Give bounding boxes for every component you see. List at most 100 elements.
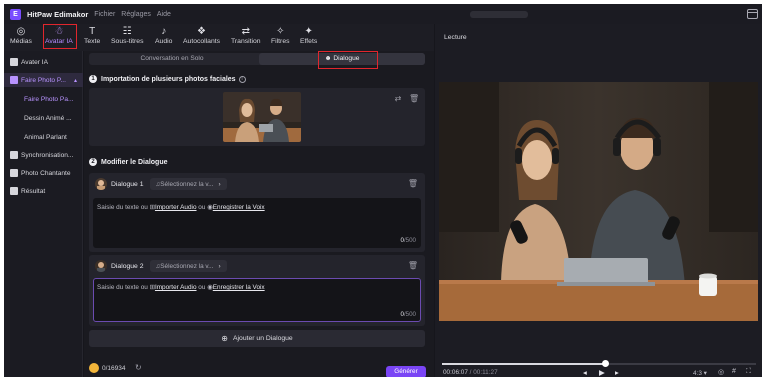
dialogue-name: Dialogue 2 xyxy=(111,262,144,270)
sidebar-subitem-animal-parlant[interactable]: Animal Parlant xyxy=(4,130,83,144)
step-number: 1 xyxy=(89,75,97,83)
transition-icon: ⇄ xyxy=(241,26,250,37)
dialogue-header: Dialogue 2 ♫ Sélectionnez la v... › xyxy=(95,259,227,273)
tool-label: Audio xyxy=(155,38,173,45)
dialogue-card-2: Dialogue 2 ♫ Sélectionnez la v... › 🗑 Sa… xyxy=(89,255,425,326)
generate-button[interactable]: Générer xyxy=(386,366,426,377)
voice-select-placeholder: Sélectionnez la v... xyxy=(160,180,214,188)
delete-dialogue-icon[interactable]: 🗑 xyxy=(408,179,418,188)
add-dialogue-label: Ajouter un Dialogue xyxy=(233,335,293,342)
tool-autocollants[interactable]: ❖ Autocollants xyxy=(183,26,220,45)
section-title: Importation de plusieurs photos faciales xyxy=(101,75,236,83)
dialogue-text-input[interactable]: Saisie du texte ou ⊞Importer Audio ou ◉E… xyxy=(93,198,421,248)
fullscreen-icon[interactable]: ⛶ xyxy=(746,368,751,376)
input-prompt: Saisie du texte ou xyxy=(97,204,148,211)
app-window: E HitPaw Edimakor Fichier Réglages Aide … xyxy=(4,4,762,377)
app-name: HitPaw Edimakor xyxy=(27,9,89,19)
tool-filtres[interactable]: ✧ Filtres xyxy=(271,26,290,45)
tool-label: Transition xyxy=(231,38,261,45)
tool-medias[interactable]: ◎ Médias xyxy=(10,26,32,45)
record-voice-link[interactable]: Enregistrer la Voix xyxy=(213,204,265,211)
import-audio-link[interactable]: Importer Audio xyxy=(155,284,197,291)
sidebar-item-label: Faire Photo P... xyxy=(21,76,66,84)
aspect-ratio-select[interactable]: 4:3 ▾ xyxy=(693,369,707,377)
input-prompt: Saisie du texte ou xyxy=(97,284,148,291)
preview-title: Lecture xyxy=(444,34,467,41)
coin-balance: 0/16934 xyxy=(102,365,126,372)
sync-icon xyxy=(10,151,18,159)
info-icon[interactable]: i xyxy=(238,75,246,83)
tool-label: Médias xyxy=(10,38,32,45)
previous-frame-icon[interactable]: ◂ xyxy=(583,368,587,377)
sidebar-item-avatar-ia[interactable]: Avater IA xyxy=(4,55,83,69)
sidebar-subitem-dessin-anime[interactable]: Dessin Animé ... xyxy=(4,111,83,125)
tool-label: Filtres xyxy=(271,38,290,45)
dialogue-text-input[interactable]: Saisie du texte ou ⊞Importer Audio ou ◉E… xyxy=(93,278,421,322)
import-audio-link[interactable]: Importer Audio xyxy=(155,204,197,211)
step-number: 2 xyxy=(89,158,97,166)
dialogue-header: Dialogue 1 ♫ Sélectionnez la v... › xyxy=(95,177,227,191)
photo-upload-card: ⇄ 🗑 xyxy=(89,88,425,146)
voice-select-placeholder: Sélectionnez la v... xyxy=(160,262,214,270)
audio-icon: ♪ xyxy=(161,26,167,37)
sidebar-item-label: Faire Photo Pa... xyxy=(24,95,74,103)
play-icon[interactable]: ▶ xyxy=(599,368,605,377)
delete-photo-icon[interactable]: 🗑 xyxy=(409,94,419,104)
tool-texte[interactable]: T Texte xyxy=(84,26,100,45)
voice-select[interactable]: ♫ Sélectionnez la v... › xyxy=(149,178,227,190)
menu-aide[interactable]: Aide xyxy=(157,11,171,18)
char-counter: 0/500 xyxy=(400,237,417,244)
snapshot-icon[interactable]: ◎ xyxy=(718,368,724,376)
voice-select[interactable]: ♫ Sélectionnez la v... › xyxy=(149,260,227,272)
replace-photo-icon[interactable]: ⇄ xyxy=(393,94,403,104)
sidebar-item-faire-photo[interactable]: Faire Photo P... ▴ xyxy=(4,73,83,87)
subtitles-icon: ☷ xyxy=(122,26,132,37)
tool-sous-titres[interactable]: ☷ Sous-titres xyxy=(111,26,143,45)
sidebar: Avater IA Faire Photo P... ▴ Faire Photo… xyxy=(4,51,83,377)
or-text: ou xyxy=(198,204,206,211)
tool-label: Autocollants xyxy=(183,38,221,45)
uploaded-photo-thumbnail[interactable] xyxy=(223,92,301,142)
sidebar-subitem-faire-photo-parlante[interactable]: Faire Photo Pa... xyxy=(4,92,83,106)
video-preview[interactable] xyxy=(439,82,758,321)
section-title: Modifier le Dialogue xyxy=(101,158,168,166)
sidebar-item-photo-chantante[interactable]: Photo Chantante xyxy=(4,166,83,180)
time-display: 00:06:07 / 00:11:27 xyxy=(443,369,498,376)
dialogue-name: Dialogue 1 xyxy=(111,180,144,188)
main-toolbar: ◎ Médias ☃ Avatar IA T Texte ☷ Sous-titr… xyxy=(4,24,434,51)
sidebar-item-synchronisation[interactable]: Synchronisation... xyxy=(4,148,83,162)
grid-icon[interactable]: # xyxy=(732,368,736,375)
tab-conversation-solo[interactable]: Conversation en Solo xyxy=(89,53,255,65)
photo-icon xyxy=(10,76,18,84)
tool-audio[interactable]: ♪ Audio xyxy=(155,26,172,45)
chevron-right-icon: › xyxy=(218,180,221,188)
media-icon: ◎ xyxy=(16,26,26,37)
menu-reglages[interactable]: Réglages xyxy=(121,11,151,18)
or-text: ou xyxy=(198,284,206,291)
add-dialogue-button[interactable]: ⊕ Ajouter un Dialogue xyxy=(89,330,425,347)
timeline-scrubber[interactable] xyxy=(442,360,756,367)
coin-icon xyxy=(89,363,99,373)
avatar xyxy=(95,260,107,272)
window-layout-icon[interactable] xyxy=(747,9,758,19)
refresh-icon[interactable]: ↻ xyxy=(135,363,142,372)
highlight-box-avatar xyxy=(43,24,77,49)
sidebar-item-resultat[interactable]: Résultat xyxy=(4,184,83,198)
tool-label: Effets xyxy=(300,38,318,45)
next-frame-icon[interactable]: ▸ xyxy=(615,368,619,377)
chevron-right-icon: › xyxy=(218,262,221,270)
sidebar-item-label: Résultat xyxy=(21,187,46,195)
avatar-icon xyxy=(10,58,18,66)
project-title-blurred xyxy=(470,11,528,18)
record-voice-link[interactable]: Enregistrer la Voix xyxy=(213,284,265,291)
app-logo-icon: E xyxy=(10,8,21,20)
scrubber-handle[interactable] xyxy=(602,360,610,367)
delete-dialogue-icon[interactable]: 🗑 xyxy=(408,261,418,270)
tool-label: Sous-titres xyxy=(111,38,144,45)
tool-effets[interactable]: ✦ Effets xyxy=(300,26,317,45)
tool-transition[interactable]: ⇄ Transition xyxy=(231,26,261,45)
menu-fichier[interactable]: Fichier xyxy=(94,11,115,18)
dialogue-card-1: Dialogue 1 ♫ Sélectionnez la v... › 🗑 Sa… xyxy=(89,173,425,252)
sidebar-item-label: Dessin Animé ... xyxy=(24,114,72,122)
tool-label: Texte xyxy=(84,38,101,45)
